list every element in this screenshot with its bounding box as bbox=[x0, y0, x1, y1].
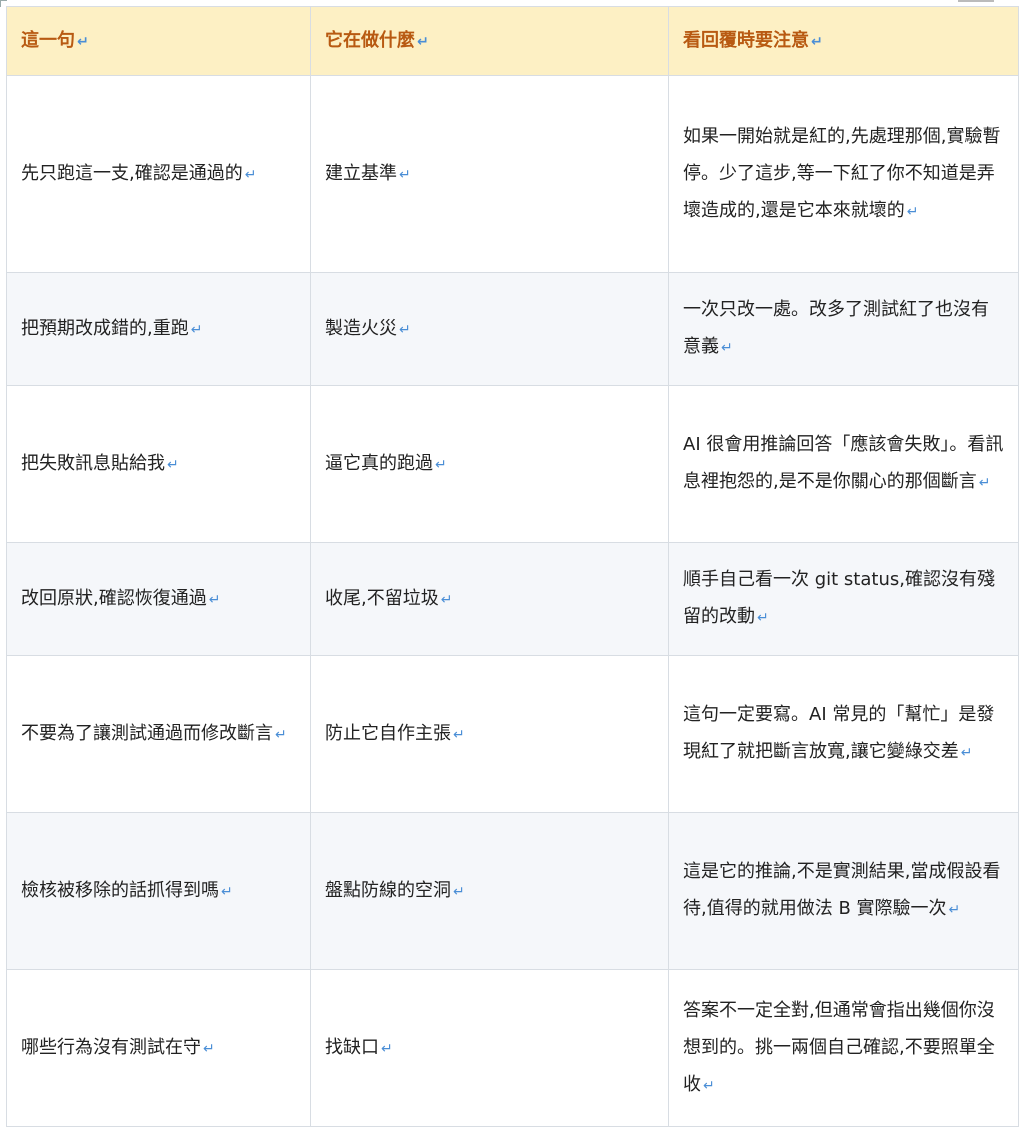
cell-text: 把預期改成錯的,重跑 bbox=[21, 317, 189, 339]
cell-text: 把失敗訊息貼給我 bbox=[21, 452, 165, 474]
header-label: 這一句 bbox=[21, 29, 75, 51]
paragraph-mark-icon: ↵ bbox=[381, 1040, 393, 1057]
cell-text: 先只跑這一支,確認是通過的 bbox=[21, 162, 243, 184]
cell-text: 檢核被移除的話抓得到嗎 bbox=[21, 879, 219, 901]
paragraph-mark-icon: ↵ bbox=[440, 591, 453, 608]
paragraph-mark-icon: ↵ bbox=[757, 610, 769, 626]
cell-text: 收尾,不留垃圾 bbox=[325, 587, 439, 609]
table-row: 先只跑這一支,確認是通過的 ↵ 建立基準 ↵ 如果一開始就是紅的,先處理那個,實驗暫停。… bbox=[6, 75, 1019, 273]
cell-text: 答案不一定全對,但通常會指出幾個你沒想到的。挑一兩個自己確認,不要照單全收 bbox=[683, 999, 995, 1095]
cell-text: 如果一開始就是紅的,先處理那個,實驗暫停。少了這步,等一下紅了你不知道是弄壞造成… bbox=[683, 125, 1001, 221]
cell-text: 建立基準 bbox=[325, 162, 397, 184]
cell-sentence: 檢核被移除的話抓得到嗎 ↵ bbox=[6, 812, 311, 970]
cell-note: 一次只改一處。改多了測試紅了也沒有意義 ↵ bbox=[668, 272, 1019, 386]
paragraph-mark-icon: ↵ bbox=[453, 883, 465, 900]
table-row: 檢核被移除的話抓得到嗎 ↵ 盤點防線的空洞 ↵ 這是它的推論,不是實測結果,當成假設看待… bbox=[6, 812, 1019, 970]
paragraph-mark-icon: ↵ bbox=[275, 726, 287, 743]
paragraph-mark-icon: ↵ bbox=[417, 33, 429, 50]
table-row: 哪些行為沒有測試在守 ↵ 找缺口 ↵ 答案不一定全對,但通常會指出幾個你沒想到的。挑一兩… bbox=[6, 969, 1019, 1127]
paragraph-mark-icon: ↵ bbox=[190, 321, 203, 338]
paragraph-mark-icon: ↵ bbox=[453, 726, 465, 743]
cell-purpose: 盤點防線的空洞 ↵ bbox=[310, 812, 669, 970]
header-label: 它在做什麼 bbox=[325, 29, 415, 51]
paragraph-mark-icon: ↵ bbox=[244, 166, 257, 183]
cell-text: 順手自己看一次 git status,確認沒有殘留的改動 bbox=[683, 569, 995, 627]
cell-note: 順手自己看一次 git status,確認沒有殘留的改動 ↵ bbox=[668, 542, 1019, 656]
cell-text: 製造火災 bbox=[325, 317, 397, 339]
cell-text: AI 很會用推論回答「應該會失敗」。看訊息裡抱怨的,是不是你關心的那個斷言 bbox=[683, 434, 1004, 492]
paragraph-mark-icon: ↵ bbox=[811, 33, 823, 50]
header-label: 看回覆時要注意 bbox=[683, 29, 809, 51]
cell-note: AI 很會用推論回答「應該會失敗」。看訊息裡抱怨的,是不是你關心的那個斷言 ↵ bbox=[668, 385, 1019, 543]
header-cell-note: 看回覆時要注意 ↵ bbox=[668, 6, 1019, 76]
paragraph-mark-icon: ↵ bbox=[399, 321, 411, 338]
cell-purpose: 建立基準 ↵ bbox=[310, 75, 669, 273]
paragraph-mark-icon: ↵ bbox=[948, 902, 961, 918]
table-row: 把失敗訊息貼給我 ↵ 逼它真的跑過 ↵ AI 很會用推論回答「應該會失敗」。看訊息裡抱怨… bbox=[6, 385, 1019, 543]
paragraph-mark-icon: ↵ bbox=[203, 1040, 215, 1057]
cell-text: 逼它真的跑過 bbox=[325, 452, 433, 474]
cell-sentence: 不要為了讓測試通過而修改斷言 ↵ bbox=[6, 655, 311, 813]
paragraph-mark-icon: ↵ bbox=[221, 883, 233, 900]
cell-text: 哪些行為沒有測試在守 bbox=[21, 1036, 201, 1058]
cell-text: 這句一定要寫。AI 常見的「幫忙」是發現紅了就把斷言放寬,讓它變綠交差 bbox=[683, 704, 995, 762]
cell-note: 這是它的推論,不是實測結果,當成假設看待,值得的就用做法 B 實際驗一次 ↵ bbox=[668, 812, 1019, 970]
comparison-table: 這一句 ↵ 它在做什麼 ↵ 看回覆時要注意 ↵ 先只跑這一支,確認是通過的 ↵ 建立基準 ↵… bbox=[6, 6, 1019, 1127]
cell-sentence: 哪些行為沒有測試在守 ↵ bbox=[6, 969, 311, 1127]
table-row: 不要為了讓測試通過而修改斷言 ↵ 防止它自作主張 ↵ 這句一定要寫。AI 常見的「幫忙」… bbox=[6, 655, 1019, 813]
table-row: 把預期改成錯的,重跑 ↵ 製造火災 ↵ 一次只改一處。改多了測試紅了也沒有意義 ↵ bbox=[6, 272, 1019, 386]
paragraph-mark-icon: ↵ bbox=[399, 166, 411, 183]
cell-text: 找缺口 bbox=[325, 1036, 379, 1058]
cell-sentence: 改回原狀,確認恢復通過 ↵ bbox=[6, 542, 311, 656]
cell-note: 這句一定要寫。AI 常見的「幫忙」是發現紅了就把斷言放寬,讓它變綠交差 ↵ bbox=[668, 655, 1019, 813]
paragraph-mark-icon: ↵ bbox=[978, 475, 991, 491]
paragraph-mark-icon: ↵ bbox=[960, 745, 973, 761]
cell-text: 改回原狀,確認恢復通過 bbox=[21, 587, 207, 609]
table-row: 改回原狀,確認恢復通過 ↵ 收尾,不留垃圾 ↵ 順手自己看一次 git status,確… bbox=[6, 542, 1019, 656]
cell-note: 答案不一定全對,但通常會指出幾個你沒想到的。挑一兩個自己確認,不要照單全收 ↵ bbox=[668, 969, 1019, 1127]
paragraph-mark-icon: ↵ bbox=[435, 456, 447, 473]
top-ruler-mark bbox=[958, 0, 994, 2]
header-cell-sentence: 這一句 ↵ bbox=[6, 6, 311, 76]
cell-text: 不要為了讓測試通過而修改斷言 bbox=[21, 722, 273, 744]
paragraph-mark-icon: ↵ bbox=[77, 33, 89, 50]
paragraph-mark-icon: ↵ bbox=[208, 591, 221, 608]
paragraph-mark-icon: ↵ bbox=[721, 340, 733, 356]
header-cell-purpose: 它在做什麼 ↵ bbox=[310, 6, 669, 76]
paragraph-mark-icon: ↵ bbox=[703, 1077, 715, 1094]
cell-sentence: 先只跑這一支,確認是通過的 ↵ bbox=[6, 75, 311, 273]
cell-sentence: 把失敗訊息貼給我 ↵ bbox=[6, 385, 311, 543]
cell-purpose: 找缺口 ↵ bbox=[310, 969, 669, 1127]
cell-note: 如果一開始就是紅的,先處理那個,實驗暫停。少了這步,等一下紅了你不知道是弄壞造成… bbox=[668, 75, 1019, 273]
document-table-container: 這一句 ↵ 它在做什麼 ↵ 看回覆時要注意 ↵ 先只跑這一支,確認是通過的 ↵ 建立基準 ↵… bbox=[6, 6, 1019, 1127]
cell-text: 防止它自作主張 bbox=[325, 722, 451, 744]
paragraph-mark-icon: ↵ bbox=[167, 456, 179, 473]
paragraph-mark-icon: ↵ bbox=[906, 203, 919, 220]
table-header-row: 這一句 ↵ 它在做什麼 ↵ 看回覆時要注意 ↵ bbox=[6, 6, 1019, 76]
cell-purpose: 收尾,不留垃圾 ↵ bbox=[310, 542, 669, 656]
cell-text: 盤點防線的空洞 bbox=[325, 879, 451, 901]
cell-sentence: 把預期改成錯的,重跑 ↵ bbox=[6, 272, 311, 386]
cell-purpose: 防止它自作主張 ↵ bbox=[310, 655, 669, 813]
cell-purpose: 製造火災 ↵ bbox=[310, 272, 669, 386]
cell-purpose: 逼它真的跑過 ↵ bbox=[310, 385, 669, 543]
